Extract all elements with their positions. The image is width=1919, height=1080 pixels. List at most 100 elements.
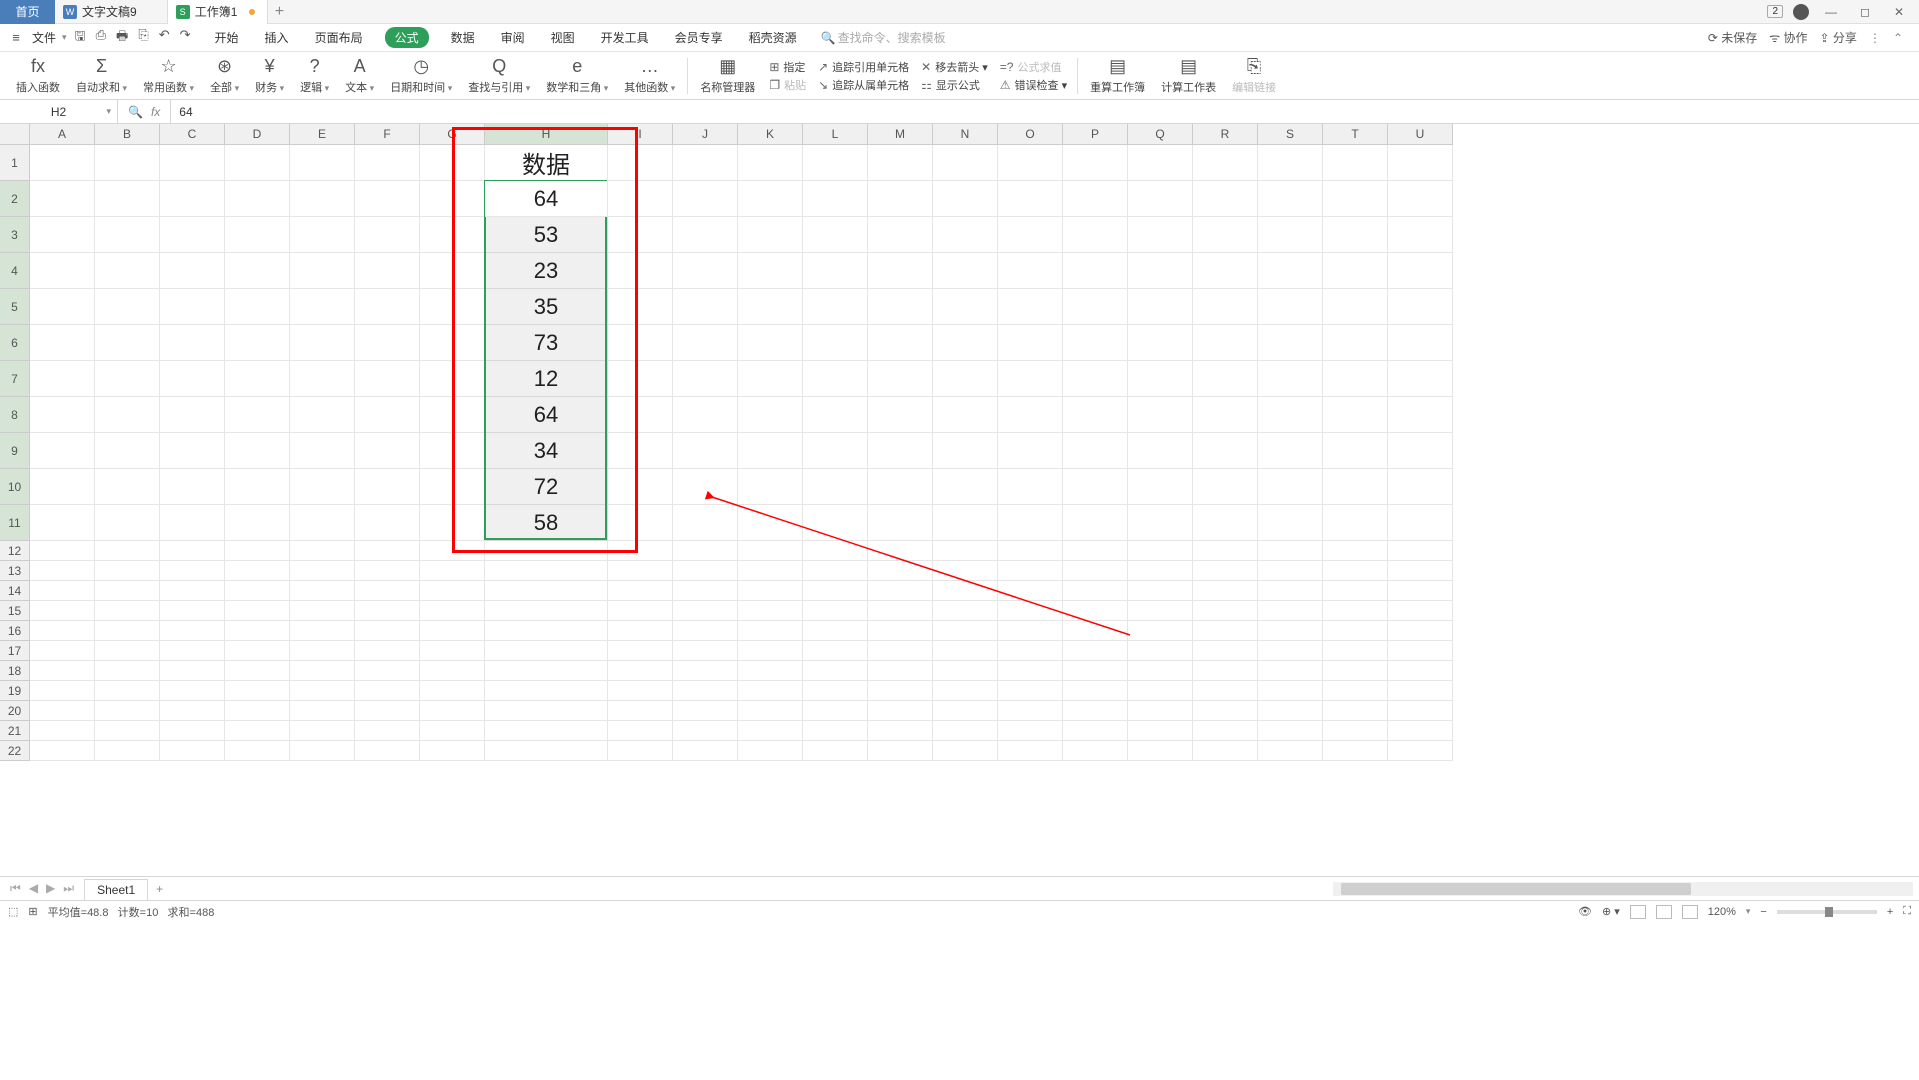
cell-R10[interactable] [1193, 469, 1258, 505]
cell-I18[interactable] [608, 661, 673, 681]
cell-M14[interactable] [868, 581, 933, 601]
cell-Q4[interactable] [1128, 253, 1193, 289]
cell-T15[interactable] [1323, 601, 1388, 621]
cell-A12[interactable] [30, 541, 95, 561]
add-sheet-button[interactable]: + [148, 882, 171, 896]
cell-P21[interactable] [1063, 721, 1128, 741]
cell-U6[interactable] [1388, 325, 1453, 361]
cell-H1[interactable]: 数据 [485, 145, 608, 181]
row-header-20[interactable]: 20 [0, 701, 30, 721]
cell-N3[interactable] [933, 217, 998, 253]
cell-P9[interactable] [1063, 433, 1128, 469]
cell-F18[interactable] [355, 661, 420, 681]
cell-L2[interactable] [803, 181, 868, 217]
cell-O15[interactable] [998, 601, 1063, 621]
cell-G19[interactable] [420, 681, 485, 701]
cell-R7[interactable] [1193, 361, 1258, 397]
cell-N6[interactable] [933, 325, 998, 361]
col-header-U[interactable]: U [1388, 124, 1453, 145]
cell-R14[interactable] [1193, 581, 1258, 601]
cell-A17[interactable] [30, 641, 95, 661]
row-header-8[interactable]: 8 [0, 397, 30, 433]
cell-I17[interactable] [608, 641, 673, 661]
menu-开始[interactable]: 开始 [211, 27, 243, 48]
cell-R22[interactable] [1193, 741, 1258, 761]
cell-H22[interactable] [485, 741, 608, 761]
notification-badge[interactable]: 2 [1767, 5, 1783, 18]
cell-B7[interactable] [95, 361, 160, 397]
cell-I21[interactable] [608, 721, 673, 741]
cell-K7[interactable] [738, 361, 803, 397]
cell-D9[interactable] [225, 433, 290, 469]
spreadsheet-grid[interactable]: ABCDEFGHIJKLMNOPQRSTU 123456789101112131… [0, 124, 1919, 876]
col-header-G[interactable]: G [420, 124, 485, 145]
col-header-N[interactable]: N [933, 124, 998, 145]
cell-U20[interactable] [1388, 701, 1453, 721]
cell-U17[interactable] [1388, 641, 1453, 661]
cell-M12[interactable] [868, 541, 933, 561]
cell-T7[interactable] [1323, 361, 1388, 397]
cell-O11[interactable] [998, 505, 1063, 541]
maximize-icon[interactable]: ◻ [1853, 5, 1877, 19]
cell-F16[interactable] [355, 621, 420, 641]
cell-J9[interactable] [673, 433, 738, 469]
share-button[interactable]: ⇪ 分享 [1820, 29, 1857, 46]
cell-R11[interactable] [1193, 505, 1258, 541]
cell-A6[interactable] [30, 325, 95, 361]
ribbon-移去箭头[interactable]: ✕移去箭头 ▾ [921, 59, 988, 75]
sheet-next-icon[interactable]: ▶ [46, 881, 55, 896]
cell-E12[interactable] [290, 541, 355, 561]
cell-I6[interactable] [608, 325, 673, 361]
cell-K8[interactable] [738, 397, 803, 433]
cell-Q16[interactable] [1128, 621, 1193, 641]
cell-B5[interactable] [95, 289, 160, 325]
cell-Q6[interactable] [1128, 325, 1193, 361]
cell-D4[interactable] [225, 253, 290, 289]
cell-O17[interactable] [998, 641, 1063, 661]
cell-L10[interactable] [803, 469, 868, 505]
col-header-P[interactable]: P [1063, 124, 1128, 145]
col-header-D[interactable]: D [225, 124, 290, 145]
cell-A15[interactable] [30, 601, 95, 621]
cell-O10[interactable] [998, 469, 1063, 505]
cell-D6[interactable] [225, 325, 290, 361]
cell-T11[interactable] [1323, 505, 1388, 541]
cell-J6[interactable] [673, 325, 738, 361]
cell-F21[interactable] [355, 721, 420, 741]
cell-T6[interactable] [1323, 325, 1388, 361]
ribbon-全部[interactable]: ⊛全部 [202, 56, 247, 95]
row-header-4[interactable]: 4 [0, 253, 30, 289]
cell-N21[interactable] [933, 721, 998, 741]
cell-T3[interactable] [1323, 217, 1388, 253]
cell-G12[interactable] [420, 541, 485, 561]
cell-Q10[interactable] [1128, 469, 1193, 505]
cell-C14[interactable] [160, 581, 225, 601]
ribbon-重算工作簿[interactable]: ▤重算工作簿 [1082, 56, 1153, 95]
cell-Q13[interactable] [1128, 561, 1193, 581]
file-menu[interactable]: 文件 [26, 29, 62, 46]
cell-K20[interactable] [738, 701, 803, 721]
cell-M6[interactable] [868, 325, 933, 361]
cell-M5[interactable] [868, 289, 933, 325]
cell-M21[interactable] [868, 721, 933, 741]
row-header-3[interactable]: 3 [0, 217, 30, 253]
cell-L20[interactable] [803, 701, 868, 721]
cell-G11[interactable] [420, 505, 485, 541]
cell-G9[interactable] [420, 433, 485, 469]
cell-F4[interactable] [355, 253, 420, 289]
cell-H19[interactable] [485, 681, 608, 701]
cell-M3[interactable] [868, 217, 933, 253]
fx-icon[interactable]: fx [151, 105, 160, 119]
cell-N12[interactable] [933, 541, 998, 561]
cell-N9[interactable] [933, 433, 998, 469]
cell-N20[interactable] [933, 701, 998, 721]
fullscreen-icon[interactable]: ⛶ [1903, 905, 1911, 918]
cell-A5[interactable] [30, 289, 95, 325]
cell-M2[interactable] [868, 181, 933, 217]
cell-O14[interactable] [998, 581, 1063, 601]
cell-B8[interactable] [95, 397, 160, 433]
cell-E8[interactable] [290, 397, 355, 433]
cell-O16[interactable] [998, 621, 1063, 641]
cell-S15[interactable] [1258, 601, 1323, 621]
row-header-15[interactable]: 15 [0, 601, 30, 621]
